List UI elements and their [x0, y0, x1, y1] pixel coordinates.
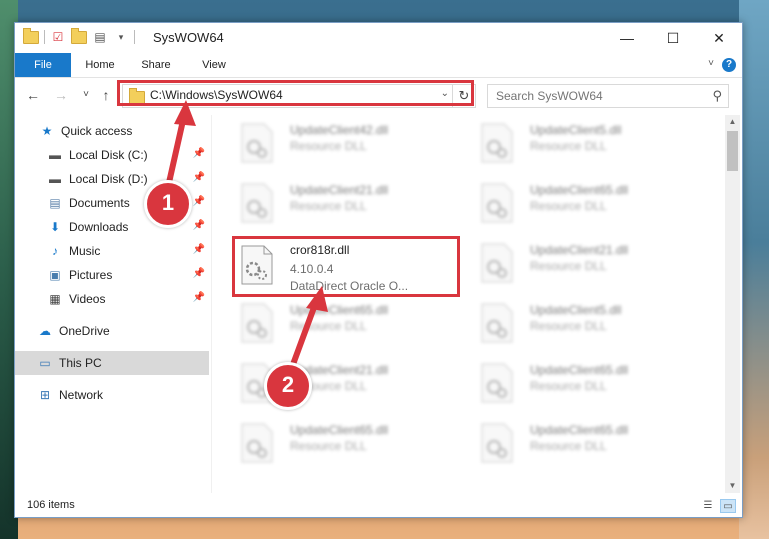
step-1-badge: 1	[144, 180, 192, 228]
step-2-badge: 2	[264, 362, 312, 410]
annotation-arrows	[163, 100, 328, 381]
